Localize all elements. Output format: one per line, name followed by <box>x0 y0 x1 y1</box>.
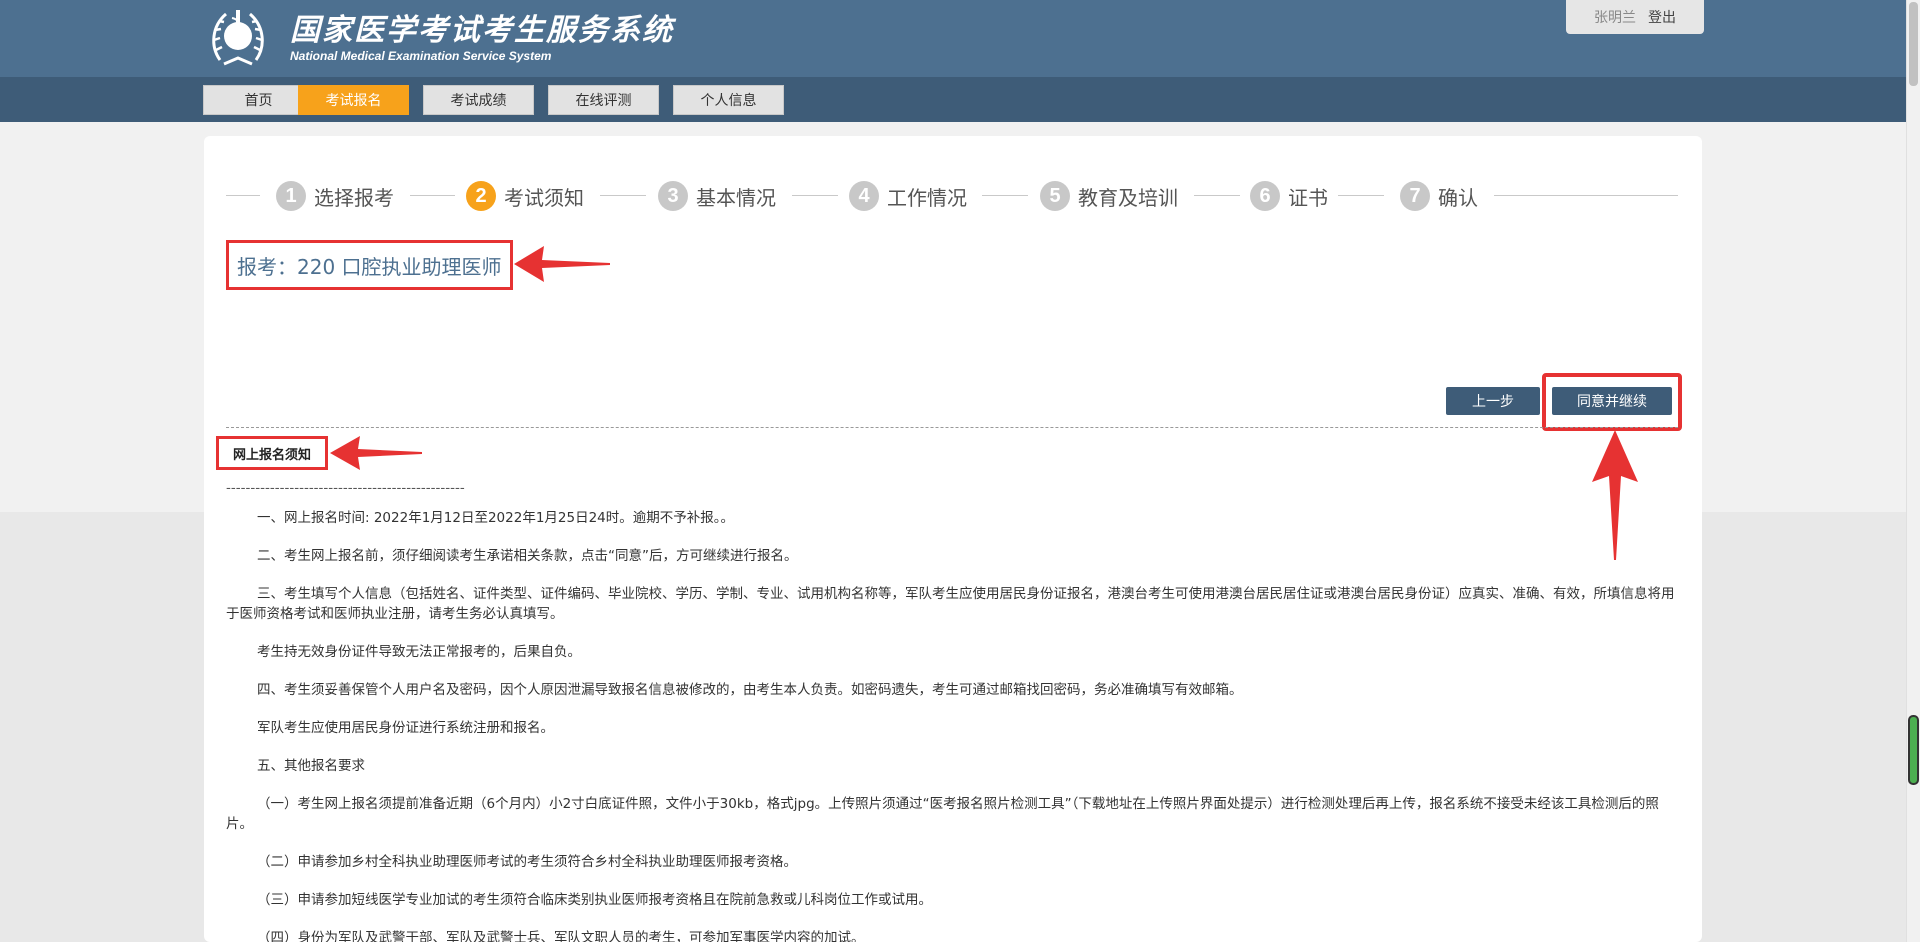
step-confirm[interactable]: 7 确认 <box>1400 180 1478 212</box>
notice-title: 网上报名须知 <box>216 436 328 470</box>
step-connector <box>1194 195 1240 196</box>
step-label: 选择报考 <box>314 185 394 210</box>
notice-title-text: 网上报名须知 <box>232 447 311 463</box>
step-number: 3 <box>658 181 688 211</box>
step-work-info[interactable]: 4 工作情况 <box>849 180 967 212</box>
user-box: 张明兰 登出 <box>1566 0 1704 34</box>
step-number: 6 <box>1250 181 1280 211</box>
notice-paragraph: 考生持无效身份证件导致无法正常报考的，后果自负。 <box>257 644 581 660</box>
notice-paragraph: 五、其他报名要求 <box>257 758 365 774</box>
step-connector <box>792 195 838 196</box>
step-label: 工作情况 <box>887 185 967 210</box>
prev-step-button[interactable]: 上一步 <box>1446 387 1540 415</box>
step-education[interactable]: 5 教育及培训 <box>1040 180 1178 212</box>
step-connector <box>1338 195 1384 196</box>
step-select-exam[interactable]: 1 选择报考 <box>276 180 394 212</box>
step-connector <box>226 195 260 196</box>
nav-item-profile[interactable]: 个人信息 <box>673 85 784 115</box>
annotation-arrow-left-icon <box>514 246 610 282</box>
step-number: 1 <box>276 181 306 211</box>
site-title: 国家医学考试考生服务系统 National Medical Examinatio… <box>290 13 674 63</box>
notice-paragraph: （四）身份为军队及武警干部、军队及武警士兵、军队文职人员的考生，可参加军事医学内… <box>257 930 865 942</box>
annotation-arrow-left-icon <box>330 436 422 470</box>
notice-paragraph: 军队考生应使用居民身份证进行系统注册和报名。 <box>257 720 554 736</box>
notice-paragraph: 二、考生网上报名前，须仔细阅读考生承诺相关条款，点击“同意”后，方可继续进行报名… <box>257 548 798 564</box>
notice-paragraph: （三）申请参加短线医学专业加试的考生须符合临床类别执业医师报考资格且在院前急救或… <box>257 892 932 908</box>
main-nav: 首页 考试报名 考试成绩 在线评测 个人信息 <box>0 77 1906 122</box>
site-title-en: National Medical Examination Service Sys… <box>290 49 552 63</box>
step-certificates[interactable]: 6 证书 <box>1250 180 1328 212</box>
user-name: 张明兰 <box>1594 10 1636 26</box>
site-header: 国家医学考试考生服务系统 National Medical Examinatio… <box>0 0 1906 77</box>
notice-paragraph: （二）申请参加乡村全科执业助理医师考试的考生须符合乡村全科执业助理医师报考资格。 <box>257 854 797 870</box>
nav-item-scores[interactable]: 考试成绩 <box>423 85 534 115</box>
exam-title: 报考：220 口腔执业助理医师 <box>226 240 513 290</box>
notice-paragraph: 四、考生须妥善保管个人用户名及密码，因个人原因泄漏导致报名信息被修改的，由考生本… <box>257 682 1243 698</box>
notice-paragraph: 三、考生填写个人信息（包括姓名、证件类型、证件编码、毕业院校、学历、学制、专业、… <box>226 586 1675 622</box>
step-connector <box>410 195 455 196</box>
nav-item-registration[interactable]: 考试报名 <box>298 85 409 115</box>
step-label: 证书 <box>1288 185 1328 210</box>
step-connector <box>1494 195 1678 196</box>
step-basic-info[interactable]: 3 基本情况 <box>658 180 776 212</box>
notice-separator: ----------------------------------------… <box>226 480 465 496</box>
step-connector <box>982 195 1028 196</box>
site-logo[interactable]: 国家医学考试考生服务系统 National Medical Examinatio… <box>206 6 674 70</box>
site-title-cn: 国家医学考试考生服务系统 <box>290 13 674 48</box>
logout-link[interactable]: 登出 <box>1648 7 1676 27</box>
scrollbar-thumb[interactable] <box>1909 2 1918 86</box>
step-label: 确认 <box>1438 185 1478 210</box>
step-number: 7 <box>1400 181 1430 211</box>
scroll-widget[interactable] <box>1908 715 1919 785</box>
step-number: 5 <box>1040 181 1070 211</box>
notice-paragraph: 一、网上报名时间: 2022年1月12日至2022年1月25日24时。逾期不予补… <box>257 510 735 526</box>
step-exam-notice[interactable]: 2 考试须知 <box>466 180 584 212</box>
step-number: 4 <box>849 181 879 211</box>
notice-body: ----------------------------------------… <box>226 478 1678 942</box>
progress-steps: 1 选择报考 2 考试须知 3 基本情况 4 工作情况 5 教育及培训 6 证书… <box>226 180 1678 212</box>
step-connector <box>600 195 646 196</box>
step-number: 2 <box>466 181 496 211</box>
step-label: 基本情况 <box>696 185 776 210</box>
emblem-icon <box>212 10 264 66</box>
page-scrollbar[interactable] <box>1906 0 1920 942</box>
exam-title-text: 报考：220 口腔执业助理医师 <box>237 254 502 279</box>
nav-item-online-eval[interactable]: 在线评测 <box>548 85 659 115</box>
notice-paragraph: （一）考生网上报名须提前准备近期（6个月内）小2寸白底证件照，文件小于30kb，… <box>226 796 1659 832</box>
step-label: 教育及培训 <box>1078 185 1178 210</box>
divider <box>226 427 1678 428</box>
step-label: 考试须知 <box>504 185 584 210</box>
agree-continue-button[interactable]: 同意并继续 <box>1552 387 1672 415</box>
